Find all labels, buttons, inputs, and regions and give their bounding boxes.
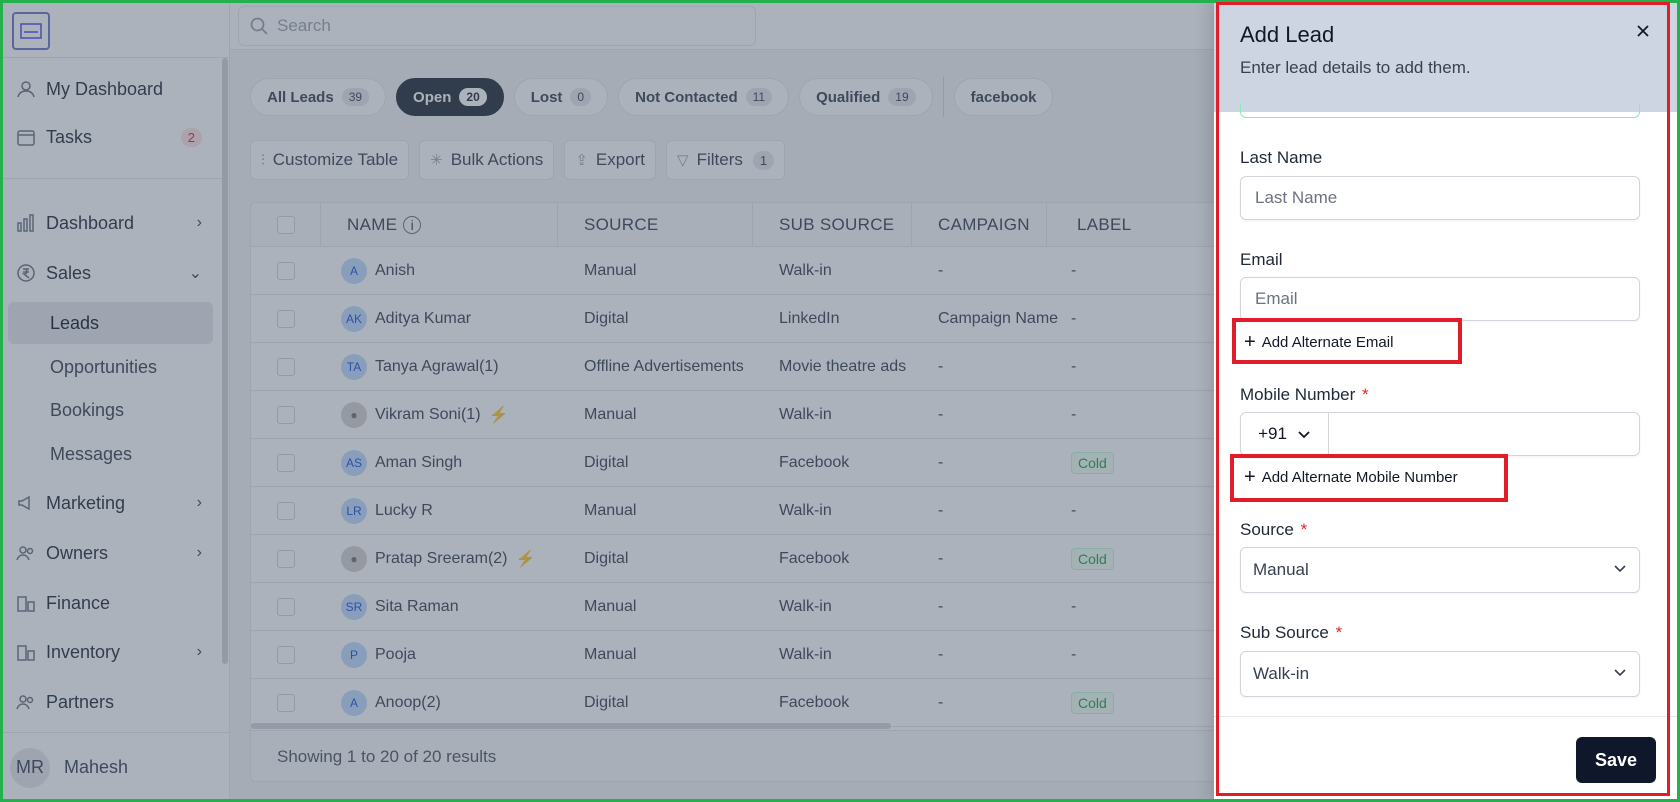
source-select[interactable]: Manual [1240,547,1640,593]
label-text: Source [1240,520,1294,539]
add-lead-drawer: Add Lead Enter lead details to add them.… [1214,0,1680,802]
sub-source-label: Sub Source * [1240,623,1342,643]
close-icon[interactable] [1630,18,1656,44]
mobile-number-field: +91 [1240,412,1640,456]
source-label: Source * [1240,520,1307,540]
email-label: Email [1240,250,1283,269]
sub-source-select[interactable]: Walk-in [1240,651,1640,697]
last-name-input[interactable] [1240,176,1640,220]
email-input[interactable] [1240,277,1640,321]
drawer-subtitle: Enter lead details to add them. [1240,58,1471,77]
save-button[interactable]: Save [1576,737,1656,783]
required-marker: * [1300,520,1308,539]
mobile-number-input[interactable] [1329,413,1639,455]
required-marker: * [1362,385,1369,404]
country-code-select[interactable]: +91 [1241,413,1329,455]
highlight-alternate-email [1232,318,1462,364]
chevron-down-icon [1613,560,1627,580]
chevron-down-icon [1613,664,1627,684]
country-code-value: +91 [1258,424,1287,443]
label-text: Sub Source [1240,623,1329,642]
required-marker: * [1335,623,1343,642]
mobile-number-label: Mobile Number * [1240,385,1369,405]
drawer-title: Add Lead [1240,22,1335,47]
first-name-input-edge[interactable] [1240,104,1640,118]
chevron-down-icon [1297,427,1311,441]
sub-source-value: Walk-in [1253,664,1310,683]
drawer-header: Add Lead Enter lead details to add them. [1214,0,1680,112]
last-name-label: Last Name [1240,148,1323,167]
source-value: Manual [1253,560,1309,579]
drawer-footer: Save [1214,716,1680,802]
highlight-alternate-mobile [1230,454,1508,502]
label-text: Mobile Number [1240,385,1356,404]
